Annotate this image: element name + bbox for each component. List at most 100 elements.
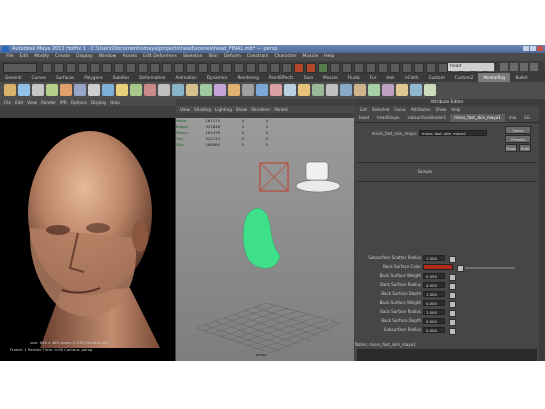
new-scene-icon[interactable] — [42, 63, 52, 73]
render-settings-icon[interactable] — [318, 63, 328, 73]
shelf-tool-icon[interactable] — [186, 84, 198, 96]
shelf-tab-subdivs[interactable]: Subdivs — [108, 73, 134, 82]
panel-side-tabs[interactable] — [539, 99, 545, 361]
attribute-value-field[interactable]: 0.450 — [423, 273, 445, 279]
menu-item-help[interactable]: Help — [324, 54, 334, 59]
attribute-value-field[interactable]: 4.000 — [423, 282, 445, 288]
back-surface-color-swatch[interactable] — [423, 264, 453, 270]
menu-item-skin[interactable]: Skin — [208, 54, 218, 59]
quick-select-input[interactable]: head — [448, 63, 494, 71]
perspective-viewport[interactable]: Verts: 161174 0 0 Edges: 322848 0 0 Faces: 161476… — [176, 118, 354, 361]
ae-menu-focus[interactable]: Focus — [394, 107, 405, 112]
select-object-icon[interactable] — [90, 63, 100, 73]
light-shape-icon[interactable] — [305, 161, 329, 181]
presets-button[interactable]: Presets — [505, 135, 531, 143]
menu-item-edit-deformers[interactable]: Edit Deformers — [143, 54, 177, 59]
focus-button[interactable]: Focus — [505, 126, 531, 134]
render-frame-icon[interactable] — [294, 63, 304, 73]
menu-item-character[interactable]: Character — [274, 54, 296, 59]
shelf-tab-deformation[interactable]: Deformation — [134, 73, 170, 82]
shelf-tool-icon[interactable] — [228, 84, 240, 96]
shelf-tab-hair[interactable]: Hair — [381, 73, 400, 82]
viewport-menu-lighting[interactable]: Lighting — [215, 107, 232, 112]
snap-grid-icon[interactable] — [210, 63, 220, 73]
menu-item-muscle[interactable]: Muscle — [303, 54, 319, 59]
render-menu-render[interactable]: Render — [41, 100, 56, 105]
map-button-icon[interactable] — [449, 256, 456, 263]
shelf-tool-icon[interactable] — [256, 84, 268, 96]
ae-tab[interactable]: head — [355, 114, 373, 122]
transform-icon[interactable] — [378, 63, 388, 73]
menu-item-constrain[interactable]: Constrain — [247, 54, 269, 59]
render-menu-edit[interactable]: Edit — [15, 100, 23, 105]
map-button-icon[interactable] — [449, 292, 456, 299]
shelf-tool-icon[interactable] — [46, 84, 58, 96]
menu-item-deform[interactable]: Deform — [224, 54, 241, 59]
transform-icon[interactable] — [402, 63, 412, 73]
hypershade-icon[interactable] — [354, 63, 364, 73]
shelf-tab-custom[interactable]: Custom — [424, 73, 450, 82]
menu-item-create[interactable]: Create — [55, 54, 70, 59]
shelf-tool-icon[interactable] — [102, 84, 114, 96]
shelf-tool-icon[interactable] — [116, 84, 128, 96]
shelf-tool-icon[interactable] — [172, 84, 184, 96]
shelf-tool-icon[interactable] — [382, 84, 394, 96]
tool-settings-toggle-icon[interactable] — [510, 63, 518, 71]
map-button-icon[interactable] — [449, 319, 456, 326]
shelf-tool-icon[interactable] — [200, 84, 212, 96]
render-menu-help[interactable]: Help — [110, 100, 120, 105]
shelf-tool-icon[interactable] — [242, 84, 254, 96]
history-icon[interactable] — [282, 63, 292, 73]
map-button-icon[interactable] — [449, 328, 456, 335]
shelf-tool-icon[interactable] — [312, 84, 324, 96]
snap-curve-icon[interactable] — [222, 63, 232, 73]
show-button[interactable]: Show — [505, 144, 517, 152]
render-menu-display[interactable]: Display — [91, 100, 106, 105]
ae-menu-help[interactable]: Help — [451, 107, 460, 112]
shelf-tool-icon[interactable] — [4, 84, 16, 96]
snap-plane-icon[interactable] — [246, 63, 256, 73]
shelf-tab-polygons[interactable]: Polygons — [79, 73, 108, 82]
shelf-tab-mentalray[interactable]: MentalRay — [478, 73, 511, 82]
map-button-icon[interactable] — [457, 265, 464, 272]
node-name-field[interactable]: misss_fast_skin_maya1 — [419, 130, 487, 136]
shelf-tab-rendering[interactable]: Rendering — [232, 73, 263, 82]
shelf-tool-icon[interactable] — [158, 84, 170, 96]
menu-item-window[interactable]: Window — [99, 54, 117, 59]
viewport-menu-shading[interactable]: Shading — [194, 107, 211, 112]
hide-button[interactable]: Hide — [519, 144, 531, 152]
shelf-tool-icon[interactable] — [326, 84, 338, 96]
ipr-render-icon[interactable] — [306, 63, 316, 73]
shelf-tab-painteffects[interactable]: PaintEffects — [264, 73, 299, 82]
shelf-tab-custom2[interactable]: Custom2 — [450, 73, 479, 82]
shelf-tool-icon[interactable] — [88, 84, 100, 96]
attribute-value-field[interactable]: 1.000 — [423, 255, 445, 261]
shelf-tab-animation[interactable]: Animation — [170, 73, 201, 82]
mask-icon[interactable] — [150, 63, 160, 73]
attribute-value-field[interactable]: 1.000 — [423, 291, 445, 297]
shelf-tool-icon[interactable] — [144, 84, 156, 96]
shelf-tab-fur[interactable]: Fur — [365, 73, 382, 82]
mask-icon[interactable] — [126, 63, 136, 73]
ae-menu-attributes[interactable]: Attributes — [411, 107, 431, 112]
transform-icon[interactable] — [438, 63, 448, 73]
shelf-tool-icon[interactable] — [424, 84, 436, 96]
viewport-menu-show[interactable]: Show — [236, 107, 247, 112]
render-menu-file[interactable]: File — [4, 100, 11, 105]
selected-head-mesh[interactable] — [243, 207, 281, 269]
attribute-value-field[interactable]: 1.000 — [423, 309, 445, 315]
save-scene-icon[interactable] — [66, 63, 76, 73]
select-component-icon[interactable] — [102, 63, 112, 73]
transform-icon[interactable] — [390, 63, 400, 73]
shelf-tab-dynamics[interactable]: Dynamics — [202, 73, 233, 82]
channel-box-toggle-icon[interactable] — [520, 63, 528, 71]
shelf-tool-icon[interactable] — [410, 84, 422, 96]
ae-tab[interactable]: mia — [505, 114, 520, 122]
snap-point-icon[interactable] — [234, 63, 244, 73]
attribute-value-field[interactable]: 0.000 — [423, 327, 445, 333]
history-icon[interactable] — [270, 63, 280, 73]
mask-icon[interactable] — [162, 63, 172, 73]
map-button-icon[interactable] — [449, 274, 456, 281]
ae-tab[interactable]: SG — [520, 114, 534, 122]
minimize-icon[interactable] — [523, 46, 529, 51]
